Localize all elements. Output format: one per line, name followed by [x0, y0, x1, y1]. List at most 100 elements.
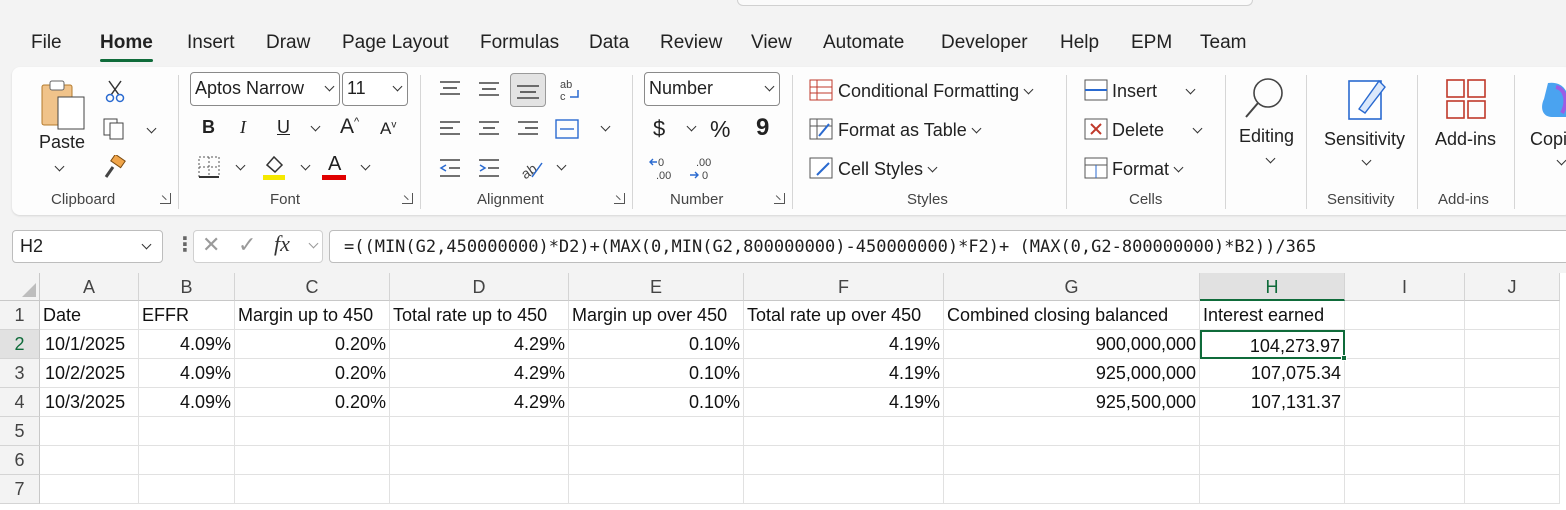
font-size-select[interactable]: 11 — [342, 72, 408, 106]
cell-a6[interactable] — [40, 446, 139, 475]
conditional-formatting-button[interactable]: Conditional Formatting — [809, 79, 1034, 102]
format-painter-icon[interactable] — [102, 153, 128, 179]
cut-icon[interactable] — [104, 79, 126, 103]
editing-search-icon[interactable] — [1242, 75, 1286, 119]
cell-j1[interactable] — [1465, 301, 1560, 330]
cell-b3[interactable]: 4.09% — [139, 359, 235, 388]
cell-i5[interactable] — [1345, 417, 1465, 446]
align-top-icon[interactable] — [438, 79, 462, 99]
add-ins-button[interactable]: Add-ins — [1435, 129, 1496, 150]
worksheet-grid[interactable]: A B C D E F G H I J 1 Date EFFR Margin up to 450 Total… — [0, 273, 1566, 510]
cell-j4[interactable] — [1465, 388, 1560, 417]
alignment-launcher-icon[interactable] — [614, 193, 625, 204]
paste-icon[interactable] — [40, 79, 88, 131]
select-all-corner[interactable] — [0, 273, 40, 301]
cell-b4[interactable]: 4.09% — [139, 388, 235, 417]
cell-e4[interactable]: 0.10% — [569, 388, 744, 417]
cell-d5[interactable] — [390, 417, 569, 446]
decrease-font-button[interactable]: Av — [380, 119, 396, 139]
cell-c7[interactable] — [235, 475, 390, 504]
tab-data[interactable]: Data — [589, 32, 629, 54]
column-header-d[interactable]: D — [390, 273, 569, 301]
cell-f5[interactable] — [744, 417, 944, 446]
cancel-icon[interactable]: ✕ — [202, 232, 220, 258]
cell-d4[interactable]: 4.29% — [390, 388, 569, 417]
cell-d6[interactable] — [390, 446, 569, 475]
cell-c2[interactable]: 0.20% — [235, 330, 390, 359]
number-launcher-icon[interactable] — [774, 193, 785, 204]
cell-h7[interactable] — [1200, 475, 1345, 504]
copilot-button[interactable]: Copi — [1530, 129, 1566, 150]
column-header-h[interactable]: H — [1200, 273, 1345, 301]
cell-a4[interactable]: 10/3/2025 — [40, 388, 139, 417]
cell-h6[interactable] — [1200, 446, 1345, 475]
borders-chevron-icon[interactable] — [235, 160, 246, 171]
align-bottom-icon[interactable] — [510, 73, 546, 107]
tab-file[interactable]: File — [31, 32, 62, 54]
editing-chevron-icon[interactable] — [1265, 153, 1276, 164]
number-format-select[interactable]: Number — [644, 72, 780, 106]
column-header-j[interactable]: J — [1465, 273, 1560, 301]
cell-e5[interactable] — [569, 417, 744, 446]
underline-chevron-icon[interactable] — [310, 121, 321, 132]
paste-button[interactable]: Paste — [39, 132, 85, 153]
cell-j5[interactable] — [1465, 417, 1560, 446]
merge-center-icon[interactable] — [554, 117, 580, 141]
align-middle-icon[interactable] — [477, 79, 501, 99]
tab-review[interactable]: Review — [660, 32, 722, 54]
cell-f6[interactable] — [744, 446, 944, 475]
row-header-7[interactable]: 7 — [0, 475, 40, 504]
orientation-chevron-icon[interactable] — [556, 160, 567, 171]
cell-g3[interactable]: 925,000,000 — [944, 359, 1200, 388]
sensitivity-button[interactable]: Sensitivity — [1324, 129, 1405, 150]
cell-i3[interactable] — [1345, 359, 1465, 388]
align-left-icon[interactable] — [438, 119, 462, 139]
cell-b5[interactable] — [139, 417, 235, 446]
copy-chevron-icon[interactable] — [146, 123, 157, 134]
add-ins-icon[interactable] — [1444, 77, 1488, 121]
merge-chevron-icon[interactable] — [600, 121, 611, 132]
column-header-c[interactable]: C — [235, 273, 390, 301]
cell-c3[interactable]: 0.20% — [235, 359, 390, 388]
enter-icon[interactable]: ✓ — [238, 232, 256, 258]
tab-draw[interactable]: Draw — [266, 32, 310, 54]
row-header-4[interactable]: 4 — [0, 388, 40, 417]
font-color-chevron-icon[interactable] — [360, 160, 371, 171]
row-header-2[interactable]: 2 — [0, 330, 40, 359]
cell-g6[interactable] — [944, 446, 1200, 475]
sensitivity-icon[interactable] — [1345, 75, 1389, 121]
copilot-chevron-icon[interactable] — [1556, 155, 1566, 166]
cell-a3[interactable]: 10/2/2025 — [40, 359, 139, 388]
cell-f3[interactable]: 4.19% — [744, 359, 944, 388]
increase-indent-icon[interactable] — [477, 157, 501, 179]
decrease-indent-icon[interactable] — [438, 157, 462, 179]
cell-d2[interactable]: 4.29% — [390, 330, 569, 359]
cell-i4[interactable] — [1345, 388, 1465, 417]
cell-c4[interactable]: 0.20% — [235, 388, 390, 417]
cell-b7[interactable] — [139, 475, 235, 504]
cell-b1[interactable]: EFFR — [139, 301, 235, 330]
font-color-icon[interactable]: A — [322, 153, 346, 181]
cell-g2[interactable]: 900,000,000 — [944, 330, 1200, 359]
cell-i6[interactable] — [1345, 446, 1465, 475]
cell-e2[interactable]: 0.10% — [569, 330, 744, 359]
cell-a7[interactable] — [40, 475, 139, 504]
cell-e1[interactable]: Margin up over 450 — [569, 301, 744, 330]
tab-page-layout[interactable]: Page Layout — [342, 32, 449, 54]
row-header-5[interactable]: 5 — [0, 417, 40, 446]
copy-icon[interactable] — [102, 117, 128, 141]
paste-chevron-icon[interactable] — [54, 161, 65, 172]
cell-c6[interactable] — [235, 446, 390, 475]
wrap-text-icon[interactable]: ab c — [558, 77, 582, 103]
percent-button[interactable]: % — [710, 116, 730, 143]
row-header-1[interactable]: 1 — [0, 301, 40, 330]
cell-f1[interactable]: Total rate up over 450 — [744, 301, 944, 330]
cell-h3[interactable]: 107,075.34 — [1200, 359, 1345, 388]
column-header-f[interactable]: F — [744, 273, 944, 301]
tab-insert[interactable]: Insert — [187, 32, 235, 54]
row-header-6[interactable]: 6 — [0, 446, 40, 475]
cell-b6[interactable] — [139, 446, 235, 475]
insert-cells-button[interactable]: Insert — [1084, 79, 1196, 102]
cell-h1[interactable]: Interest earned — [1200, 301, 1345, 330]
font-launcher-icon[interactable] — [402, 193, 413, 204]
